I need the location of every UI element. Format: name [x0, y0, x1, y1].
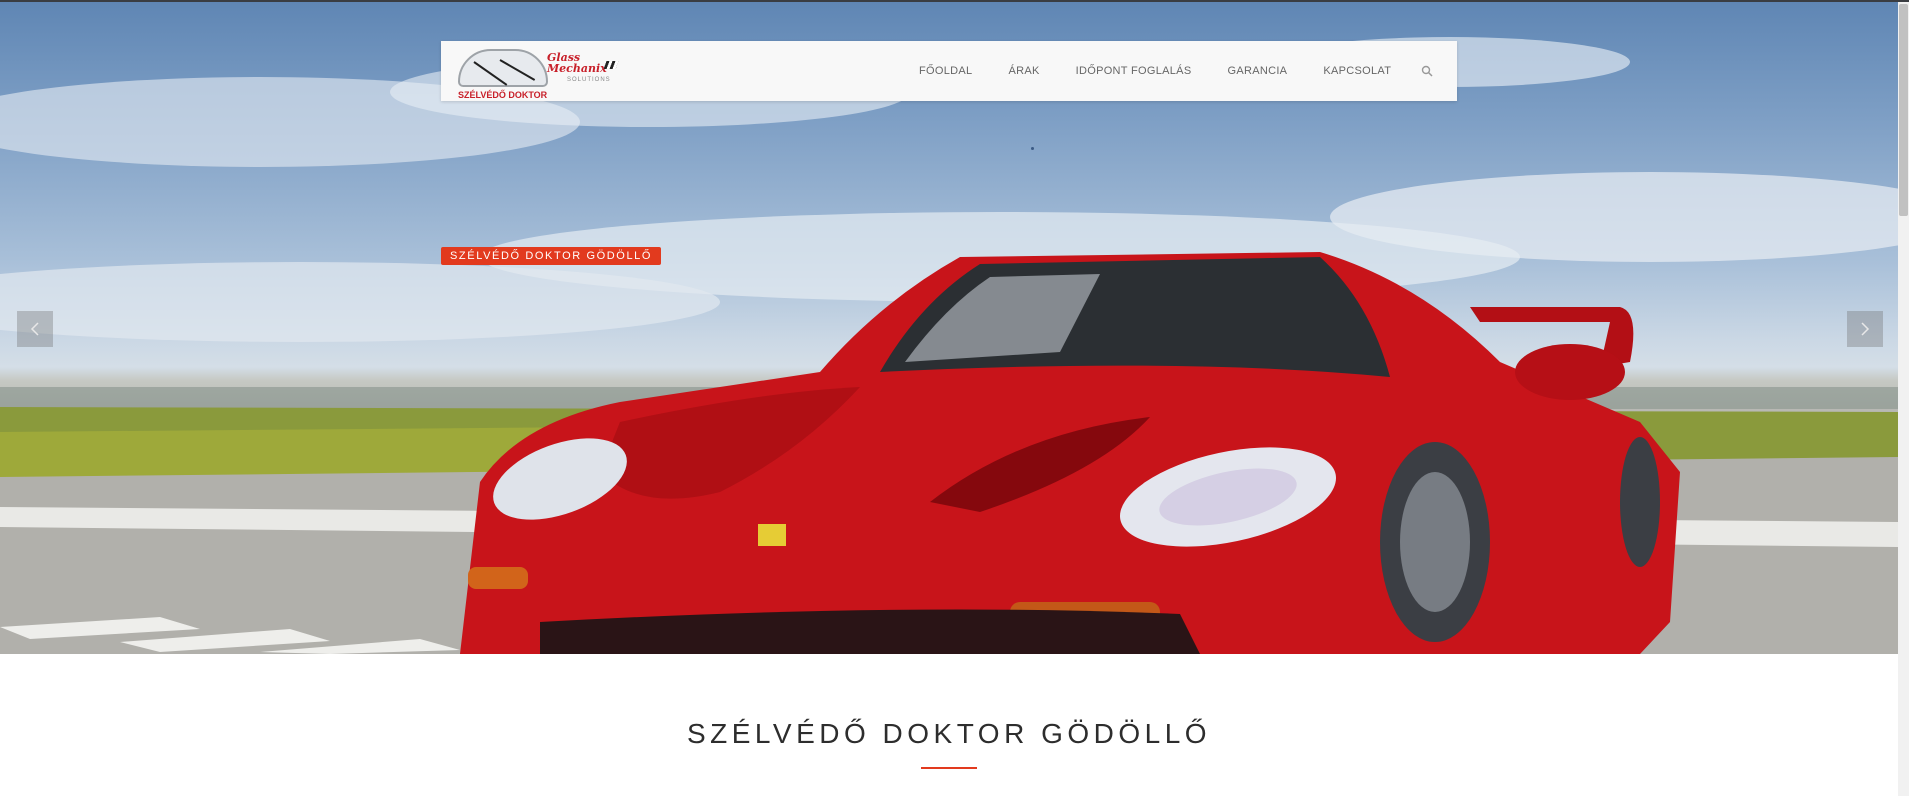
nav-item-home[interactable]: FŐOLDAL [919, 65, 972, 77]
slider-next-button[interactable] [1847, 311, 1883, 347]
wiper-graphic [473, 61, 508, 86]
wiper-graphic [499, 59, 536, 81]
logo-sub-text: SOLUTIONS [567, 77, 611, 83]
search-icon[interactable] [1421, 65, 1433, 77]
nav-item-prices[interactable]: ÁRAK [1008, 65, 1039, 77]
title-underline [921, 767, 977, 769]
checkered-flag-icon [603, 61, 619, 69]
hero-badge: SZÉLVÉDŐ DOKTOR GÖDÖLLŐ [441, 247, 662, 265]
windshield-graphic [458, 49, 548, 87]
slider-prev-button[interactable] [17, 311, 53, 347]
logo-name-text: SZÉLVÉDŐ DOKTOR [458, 90, 548, 100]
scrollbar-thumb[interactable] [1899, 4, 1908, 216]
nav-item-booking[interactable]: IDŐPONT FOGLALÁS [1076, 65, 1192, 77]
section-title: SZÉLVÉDŐ DOKTOR GÖDÖLLŐ [686, 718, 1212, 749]
logo-brand-text: Glass Mechanix [547, 51, 607, 75]
main-nav: FŐOLDAL ÁRAK IDŐPONT FOGLALÁS GARANCIA K… [919, 41, 1427, 101]
nav-item-contact[interactable]: KAPCSOLAT [1323, 65, 1391, 77]
nav-item-warranty[interactable]: GARANCIA [1227, 65, 1287, 77]
site-logo[interactable]: Glass Mechanix SOLUTIONS SZÉLVÉDŐ DOKTOR [455, 47, 619, 100]
chevron-left-icon [30, 322, 39, 336]
chevron-right-icon [1861, 322, 1870, 336]
header-bar: Glass Mechanix SOLUTIONS SZÉLVÉDŐ DOKTOR… [441, 41, 1457, 101]
slider-indicator [1031, 147, 1034, 150]
